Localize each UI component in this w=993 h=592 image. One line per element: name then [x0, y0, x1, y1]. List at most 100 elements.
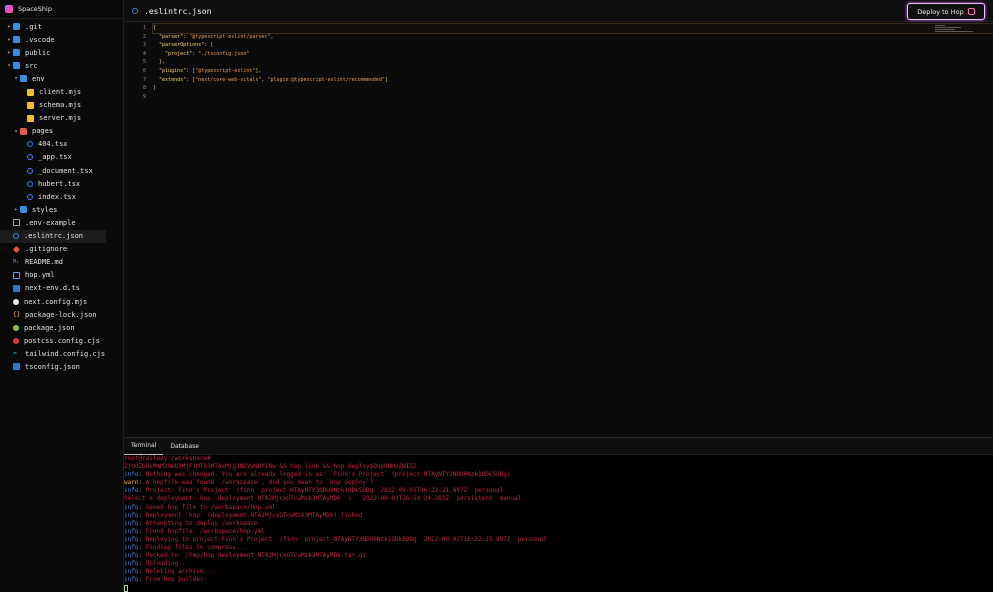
line-number: 5	[142, 59, 146, 66]
tree-item-label: .vscode	[25, 35, 55, 44]
tree-item-label: client.mjs	[39, 88, 82, 97]
tree-item[interactable]: tsconfig.json	[0, 360, 123, 373]
deploy-to-hop-button[interactable]: Deploy to Hop	[907, 3, 985, 20]
code-content[interactable]: { "parser": "@typescript-eslint/parser",…	[152, 23, 993, 102]
code-line[interactable]: },	[153, 58, 993, 67]
tree-item[interactable]: postcss.config.cjs	[0, 334, 123, 347]
tree-item[interactable]: ▸ .git	[0, 20, 123, 33]
tree-item-label: index.tsx	[38, 192, 76, 201]
tree-item-label: package-lock.json	[25, 310, 97, 319]
tree-item[interactable]: _document.tsx	[0, 164, 123, 177]
terminal-text: A hopfile was found `/workspace`, did yo…	[145, 479, 374, 487]
terminal-output[interactable]: root@railway:/workspace# ZjU0ZGUxMmM2NWU…	[124, 455, 993, 592]
chevron-right-icon: ▸	[14, 206, 18, 214]
tab-database[interactable]: Database	[163, 438, 206, 455]
tab-terminal[interactable]: Terminal	[124, 438, 164, 455]
tree-item[interactable]: .eslintrc.json	[0, 229, 106, 243]
tree-item[interactable]: server.mjs	[0, 112, 123, 125]
log-level-info: info:	[124, 519, 146, 527]
code-token: ]	[384, 76, 388, 83]
code-line[interactable]: }	[153, 84, 993, 93]
tree-item[interactable]: package.json	[0, 321, 123, 334]
tree-item-label: server.mjs	[39, 114, 82, 123]
tree-item[interactable]: 404.tsx	[0, 138, 123, 151]
terminal-line: info: Finding files to compress...	[124, 544, 993, 552]
react-ts-file-icon	[27, 180, 33, 187]
panel-tab-bar: Terminal Database	[124, 438, 993, 455]
project-header[interactable]: SpaceShip	[0, 0, 123, 19]
code-line[interactable]: "parser": "@typescript-eslint/parser",	[153, 33, 993, 42]
terminal-line: Select a deployment: hop deployment_NTA2…	[124, 495, 993, 503]
code-token: ,	[258, 67, 262, 74]
log-level-warn: warn:	[124, 479, 146, 487]
code-line[interactable]: "project": "./tsconfig.json"	[153, 50, 993, 59]
markdown-file-icon: M↓	[13, 258, 20, 265]
log-level-info: info:	[124, 560, 146, 568]
terminal-text: Saved hop file to /workspace/hop.yml	[145, 503, 276, 511]
tree-item[interactable]: ▸ styles	[0, 203, 123, 216]
minimap[interactable]	[935, 25, 975, 34]
log-level-info: info:	[124, 535, 146, 543]
terminal-line: info: Deployment `hop` (deployment_NTA2M…	[124, 512, 993, 520]
tree-item-label: pages	[32, 127, 54, 136]
tree-item-label: schema.mjs	[39, 101, 82, 110]
tree-item[interactable]: .env-example	[0, 216, 123, 229]
tree-item-label: tsconfig.json	[25, 362, 80, 371]
tree-item[interactable]: next-env.d.ts	[0, 282, 123, 295]
code-token: "next/core-web-vitals"	[195, 76, 262, 83]
chevron-right-icon: ▸	[7, 36, 11, 44]
tree-item[interactable]: ▸ .vscode	[0, 33, 123, 46]
terminal-line: info: Packed to: /tmp/hop_deployment_NTA…	[124, 552, 993, 560]
terminal-line: info: Project: Finn's Project /finn proj…	[124, 487, 993, 495]
log-level-info: info:	[124, 544, 146, 552]
json-file-icon: {}	[13, 311, 21, 319]
project-title: SpaceShip	[18, 5, 52, 13]
chevron-right-icon: ▸	[7, 23, 11, 31]
code-line[interactable]: "parserOptions": {	[153, 41, 993, 50]
code-line[interactable]: {	[152, 23, 993, 34]
tree-item[interactable]: ≈ tailwind.config.cjs	[0, 347, 123, 360]
folder-icon	[13, 36, 20, 44]
terminal-line: warn: A hopfile was found `/workspace`, …	[124, 479, 993, 487]
tree-item-label: hubert.tsx	[38, 179, 81, 188]
tree-item[interactable]: {} package-lock.json	[0, 308, 123, 321]
code-line[interactable]	[153, 93, 993, 102]
tree-item-label: .git	[25, 22, 42, 31]
log-level-info: info:	[124, 568, 146, 576]
tree-item[interactable]: ▾ env	[0, 72, 123, 85]
terminal-text: ZjU0ZGUxMmM2NWU3MjFiMTk3MTAxMjg3NDYwNDY1…	[124, 463, 417, 471]
javascript-file-icon	[27, 114, 34, 122]
log-level-info: info:	[124, 552, 146, 560]
react-ts-file-icon	[27, 167, 33, 174]
tree-item[interactable]: .gitignore	[0, 243, 123, 256]
terminal-text: Deployment `hop` (deployment_NTA2MjcxOTc…	[145, 511, 363, 519]
code-line[interactable]: "extends": ["next/core-web-vitals", "plu…	[153, 76, 993, 85]
tree-item[interactable]: ▸ public	[0, 46, 123, 59]
tree-item[interactable]: hop.yml	[0, 269, 123, 282]
terminal-line: info: Saved hop file to /workspace/hop.y…	[124, 504, 993, 512]
tree-item[interactable]: index.tsx	[0, 190, 123, 203]
deploy-button-label: Deploy to Hop	[917, 7, 964, 16]
tree-item[interactable]: _app.tsx	[0, 151, 123, 164]
tree-item[interactable]: hubert.tsx	[0, 177, 123, 190]
tree-item[interactable]: client.mjs	[0, 85, 123, 98]
line-number: 7	[142, 76, 146, 83]
tree-item-label: styles	[32, 205, 58, 214]
code-token: "parserOptions"	[159, 42, 205, 49]
terminal-text: Deleting archive...	[145, 568, 215, 576]
chevron-down-icon: ▾	[7, 62, 11, 70]
code-line[interactable]: "plugins": ["@typescript-eslint"],	[153, 67, 993, 76]
terminal-line: info: Found hopfile: /workspace/hop.yml	[124, 528, 993, 536]
code-editor[interactable]: 123456789 { "parser": "@typescript-eslin…	[124, 22, 993, 437]
tree-item-label: hop.yml	[25, 271, 55, 280]
terminal-text: Found hopfile: /workspace/hop.yml	[145, 527, 265, 535]
editor-tab-eslintrc[interactable]: .eslintrc.json	[132, 0, 211, 22]
tree-item[interactable]: next.config.mjs	[0, 295, 123, 308]
tree-item[interactable]: schema.mjs	[0, 99, 123, 112]
javascript-file-icon	[27, 88, 34, 96]
tree-item[interactable]: ▾ pages	[0, 125, 123, 138]
tree-item[interactable]: M↓ README.md	[0, 256, 123, 269]
terminal-input-line[interactable]	[124, 584, 993, 592]
tree-item[interactable]: ▾ src	[0, 59, 123, 72]
javascript-file-icon	[27, 101, 34, 109]
